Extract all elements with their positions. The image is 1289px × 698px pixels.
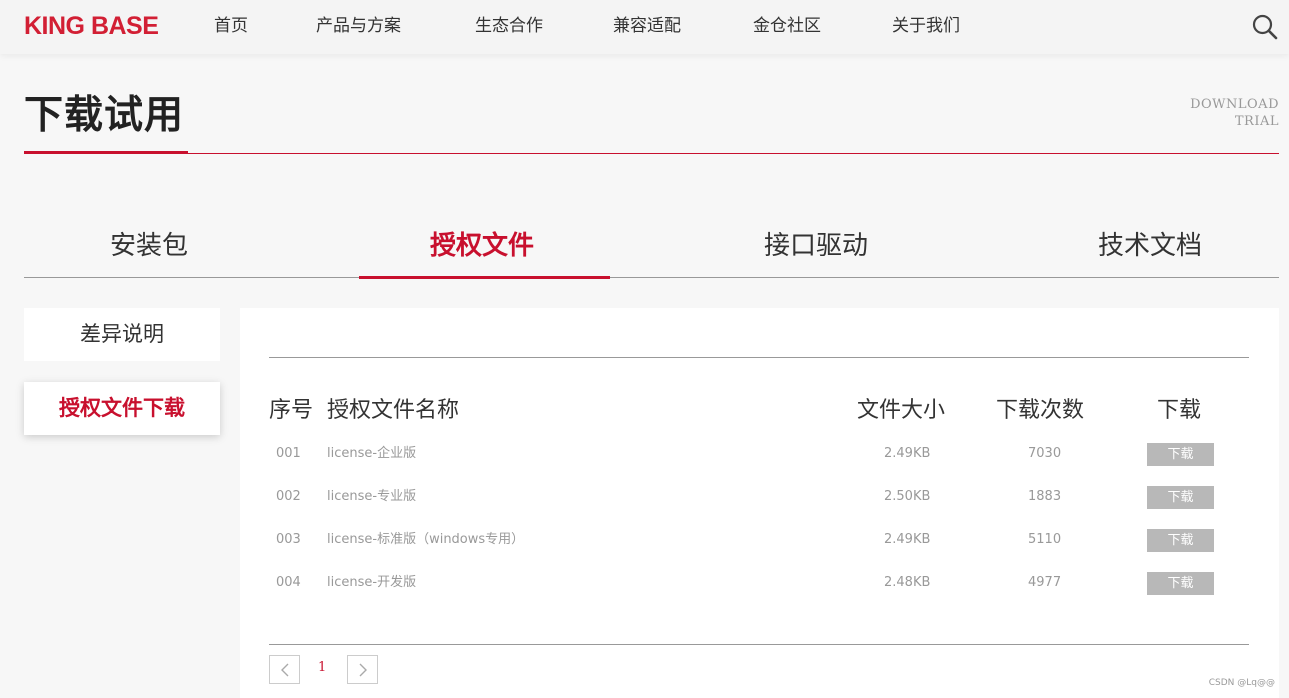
- column-header-count: 下载次数: [996, 398, 1085, 423]
- cell-size: 2.49KB: [884, 446, 931, 461]
- table-top-divider: [269, 357, 1249, 358]
- nav-item-ecosystem[interactable]: 生态合作: [475, 15, 543, 37]
- nav-item-products[interactable]: 产品与方案: [316, 15, 401, 37]
- cell-name: license-开发版: [327, 575, 417, 590]
- cell-size: 2.49KB: [884, 532, 931, 547]
- column-header-download: 下载: [1157, 398, 1202, 423]
- tabs-divider: [24, 277, 1279, 278]
- cell-index: 001: [276, 446, 301, 461]
- active-tab-indicator: [359, 276, 610, 279]
- nav-item-home[interactable]: 首页: [214, 15, 248, 37]
- tab-tech-docs[interactable]: 技术文档: [1098, 226, 1202, 266]
- cell-index: 002: [276, 489, 301, 504]
- cell-count: 1883: [1028, 489, 1062, 504]
- page-number[interactable]: 1: [318, 660, 326, 675]
- kingbase-logo[interactable]: KING BASE: [24, 11, 159, 40]
- side-item-license-download[interactable]: 授权文件下载: [24, 382, 220, 435]
- table-bottom-divider: [269, 644, 1249, 645]
- table-row: 004 license-开发版 2.48KB 4977 下载: [240, 569, 1279, 597]
- table-row: 003 license-标准版（windows专用） 2.49KB 5110 下…: [240, 526, 1279, 554]
- cell-name: license-标准版（windows专用）: [327, 532, 525, 547]
- tab-install-package[interactable]: 安装包: [110, 226, 188, 266]
- top-header: KING BASE 首页 产品与方案 生态合作 兼容适配 金仓社区 关于我们: [0, 0, 1289, 54]
- search-icon[interactable]: [1251, 13, 1279, 41]
- table-row: 002 license-专业版 2.50KB 1883 下载: [240, 483, 1279, 511]
- download-button[interactable]: 下载: [1147, 486, 1214, 509]
- tab-license-files[interactable]: 授权文件: [430, 226, 534, 266]
- license-table-panel: 序号 授权文件名称 文件大小 下载次数 下载 001 license-企业版 2…: [240, 308, 1279, 698]
- cell-size: 2.50KB: [884, 489, 931, 504]
- prev-page-button[interactable]: [269, 655, 300, 684]
- page-title: 下载试用: [24, 93, 185, 138]
- page-subtitle-en: DOWNLOAD TRIAL: [1190, 96, 1279, 130]
- nav-item-community[interactable]: 金仓社区: [753, 15, 821, 37]
- chevron-right-icon: [359, 663, 367, 677]
- title-underline-accent: [24, 151, 188, 154]
- column-header-name: 授权文件名称: [327, 398, 460, 423]
- nav-item-about[interactable]: 关于我们: [892, 15, 960, 37]
- download-button[interactable]: 下载: [1147, 572, 1214, 595]
- cell-size: 2.48KB: [884, 575, 931, 590]
- cell-name: license-专业版: [327, 489, 417, 504]
- cell-count: 7030: [1028, 446, 1062, 461]
- tab-interface-drivers[interactable]: 接口驱动: [764, 226, 868, 266]
- title-divider: [24, 153, 1279, 154]
- csdn-watermark: CSDN @Lq@@: [1208, 678, 1275, 688]
- download-button[interactable]: 下载: [1147, 443, 1214, 466]
- cell-index: 004: [276, 575, 301, 590]
- column-header-index: 序号: [269, 398, 314, 423]
- nav-item-compatibility[interactable]: 兼容适配: [613, 15, 681, 37]
- chevron-left-icon: [281, 663, 289, 677]
- cell-index: 003: [276, 532, 301, 547]
- cell-count: 5110: [1028, 532, 1062, 547]
- download-button[interactable]: 下载: [1147, 529, 1214, 552]
- download-tabs: 安装包 授权文件 接口驱动 技术文档: [24, 220, 1279, 280]
- logo-text: KING BASE: [24, 11, 159, 40]
- next-page-button[interactable]: [347, 655, 378, 684]
- column-header-size: 文件大小: [857, 398, 946, 423]
- table-row: 001 license-企业版 2.49KB 7030 下载: [240, 440, 1279, 468]
- cell-name: license-企业版: [327, 446, 417, 461]
- cell-count: 4977: [1028, 575, 1062, 590]
- subtitle-line-1: DOWNLOAD: [1190, 97, 1279, 112]
- side-item-differences[interactable]: 差异说明: [24, 308, 220, 361]
- subtitle-line-2: TRIAL: [1234, 114, 1279, 129]
